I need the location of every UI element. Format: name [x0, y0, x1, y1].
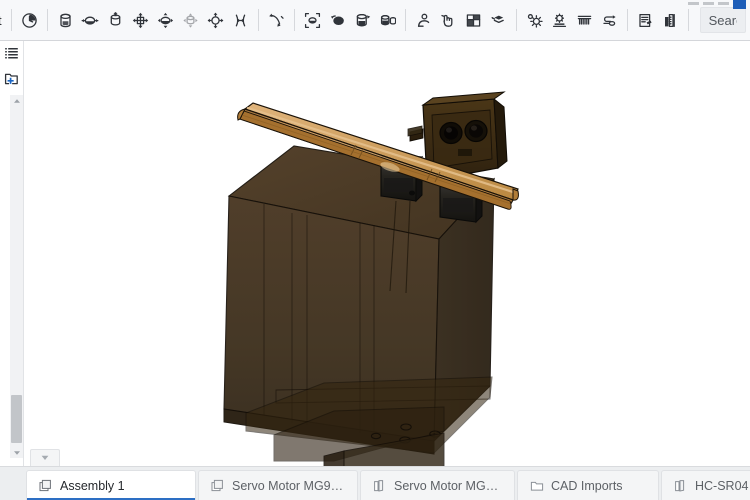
toolbar-separator — [293, 9, 295, 31]
toolbar-leading-text: t — [0, 13, 6, 28]
gear-settings-icon[interactable] — [522, 7, 547, 34]
chevron-down-icon — [41, 455, 49, 460]
minimize-icon[interactable] — [688, 2, 699, 5]
3d-model-viewport[interactable] — [24, 41, 750, 466]
add-folder-icon[interactable] — [0, 66, 23, 91]
close-icon[interactable] — [718, 2, 729, 5]
maximize-icon[interactable] — [703, 2, 714, 5]
assembly-tab-icon — [211, 479, 223, 491]
assembly-feature-icon[interactable] — [411, 7, 436, 34]
tab-servo-motor-assembly[interactable]: Servo Motor MG996R W... — [198, 470, 358, 500]
toolbar-separator — [10, 9, 12, 31]
tab-label: Servo Motor MG996R W... — [232, 478, 345, 493]
window-controls-stub[interactable] — [688, 0, 750, 9]
toolbar-separator — [515, 9, 517, 31]
main-toolbar: t — [0, 0, 750, 41]
tab-hc-sr04[interactable]: HC-SR04 — [661, 470, 750, 500]
revolute-mate-icon[interactable] — [103, 7, 128, 34]
assembly-tab-icon — [39, 479, 51, 491]
search-tools-placeholder: Search tools... — [708, 12, 737, 28]
part-studio-tab-icon — [374, 479, 384, 492]
measure-icon[interactable] — [658, 7, 683, 34]
section-view-icon[interactable] — [461, 7, 486, 34]
tab-label: CAD Imports — [551, 478, 623, 493]
group-icon[interactable] — [300, 7, 325, 34]
comb-pattern-icon[interactable] — [572, 7, 597, 34]
toolbar-separator — [46, 9, 48, 31]
bill-of-materials-icon[interactable] — [633, 7, 658, 34]
toolbar-separator — [404, 9, 406, 31]
folder-tab-icon — [530, 481, 544, 491]
part-studio-tab-icon — [675, 479, 685, 492]
search-tools-input[interactable]: Search tools... — [699, 7, 746, 33]
tab-assembly-1[interactable]: Assembly 1 — [26, 470, 196, 500]
tab-label: Servo Motor MG996R W... — [394, 478, 502, 493]
transform-instance-icon[interactable] — [350, 7, 375, 34]
toolbar-separator — [626, 9, 628, 31]
replicate-icon[interactable] — [325, 7, 350, 34]
toolbar-separator — [687, 9, 689, 31]
explode-view-icon[interactable] — [436, 7, 461, 34]
pin-slot-mate-icon[interactable] — [228, 7, 253, 34]
tabbar-left-padding — [0, 467, 26, 500]
cad-application-window: t — [0, 0, 750, 500]
document-tab-bar: Assembly 1 Servo Motor MG996R W... Servo… — [0, 466, 750, 500]
fasten-mate-icon[interactable] — [78, 7, 103, 34]
feature-list-icon[interactable] — [0, 41, 23, 66]
ball-mate-icon[interactable] — [203, 7, 228, 34]
account-badge-icon[interactable] — [733, 0, 746, 9]
slider-mate-icon[interactable] — [128, 7, 153, 34]
cylindrical-mate-icon[interactable] — [178, 7, 203, 34]
scroll-down-arrow-icon[interactable] — [12, 448, 21, 457]
tab-label: Assembly 1 — [60, 478, 125, 493]
tab-overflow-button[interactable] — [30, 449, 60, 466]
toolbar-separator — [257, 9, 259, 31]
mate-connector-icon[interactable] — [264, 7, 289, 34]
display-state-icon[interactable] — [486, 7, 511, 34]
sidebar-scrollbar-thumb[interactable] — [11, 395, 22, 443]
insert-part-icon[interactable] — [53, 7, 78, 34]
variable-icon[interactable] — [597, 7, 622, 34]
tab-servo-motor-part-studio[interactable]: Servo Motor MG996R W... — [360, 470, 515, 500]
tab-cad-imports[interactable]: CAD Imports — [517, 470, 659, 500]
planar-mate-icon[interactable] — [153, 7, 178, 34]
simulation-icon[interactable] — [547, 7, 572, 34]
clock-history-icon[interactable] — [17, 7, 42, 34]
tab-label: HC-SR04 — [695, 478, 749, 493]
pattern-instance-icon[interactable] — [375, 7, 400, 34]
scroll-up-arrow-icon[interactable] — [12, 96, 21, 105]
